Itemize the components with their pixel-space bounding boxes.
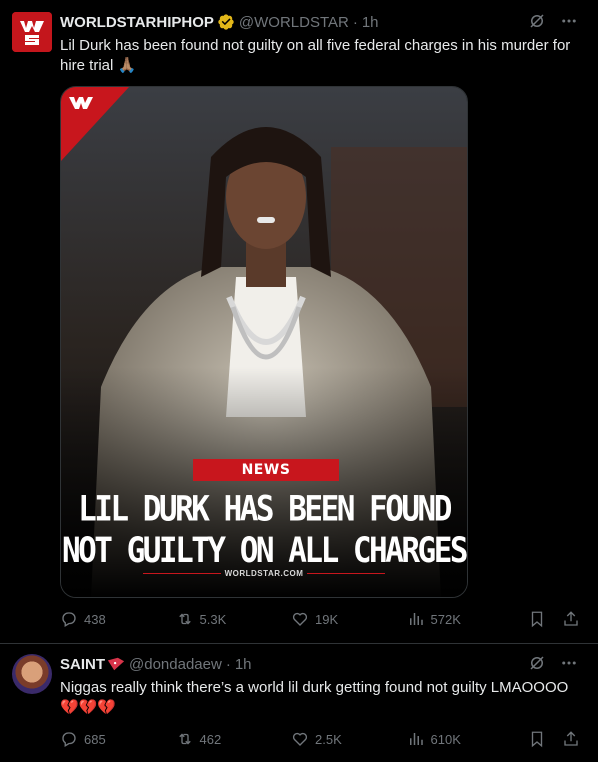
tweet-media-image[interactable]: NEWS LIL DURK HAS BEEN FOUND NOT GUILTY …	[60, 86, 468, 598]
tweet-actions: 438 5.3K 19K 572K	[60, 610, 580, 628]
reply-icon	[62, 732, 76, 747]
separator-dot: ·	[352, 13, 358, 31]
news-tag: NEWS	[193, 459, 339, 481]
views-icon	[409, 733, 423, 745]
worldstar-avatar[interactable]	[12, 12, 52, 52]
tweet-header: WORLDSTARHIPHOP @WORLDSTAR · 1h	[60, 12, 586, 32]
repost-count: 462	[199, 731, 222, 747]
repost-icon	[178, 733, 191, 745]
more-options-icon[interactable]	[560, 12, 578, 30]
tweet-actions: 685 462 2.5K 610K	[60, 730, 580, 748]
tweet-saint[interactable]: SAINT @dondadaew · 1h Niggas really thin…	[0, 644, 598, 762]
views-count: 572K	[430, 611, 461, 627]
more-options-icon[interactable]	[560, 654, 578, 672]
timestamp[interactable]: 1h	[235, 656, 252, 673]
bookmark-icon[interactable]	[528, 730, 546, 748]
like-count: 2.5K	[315, 731, 342, 747]
bookmark-icon[interactable]	[528, 610, 546, 628]
share-icon[interactable]	[562, 730, 580, 748]
views-button[interactable]: 610K	[407, 730, 528, 748]
reply-count: 438	[84, 611, 106, 627]
saint-avatar[interactable]	[12, 654, 52, 694]
author-handle[interactable]: @WORLDSTAR	[239, 14, 349, 31]
heart-icon	[292, 732, 308, 746]
views-count: 610K	[430, 731, 461, 747]
tweet-header: SAINT @dondadaew · 1h	[60, 654, 586, 674]
reply-button[interactable]: 685	[60, 730, 176, 748]
media-headline: LIL DURK HAS BEEN FOUND NOT GUILTY ON AL…	[61, 489, 467, 572]
tweet-text: Lil Durk has been found not guilty on al…	[60, 37, 571, 74]
tweet-text: Niggas really think there’s a world lil …	[60, 679, 569, 716]
like-count: 19K	[315, 611, 339, 627]
headline-line-1: LIL DURK HAS BEEN FOUND	[78, 489, 452, 530]
views-button[interactable]: 572K	[407, 610, 528, 628]
grok-icon[interactable]	[528, 12, 546, 30]
verified-badge-icon	[217, 13, 235, 31]
author-name[interactable]: WORLDSTARHIPHOP	[60, 14, 214, 31]
media-footer-url: WORLDSTAR.COM	[61, 569, 467, 578]
repost-count: 5.3K	[199, 611, 227, 627]
reply-icon	[62, 612, 76, 627]
timestamp[interactable]: 1h	[362, 14, 379, 31]
separator-dot: ·	[225, 655, 231, 673]
heart-icon	[292, 612, 308, 626]
reply-count: 685	[84, 731, 106, 747]
repost-icon	[178, 613, 191, 625]
grok-icon[interactable]	[528, 654, 546, 672]
like-button[interactable]: 19K	[291, 610, 407, 628]
author-handle[interactable]: @dondadaew	[129, 656, 222, 673]
views-icon	[409, 613, 423, 625]
reply-button[interactable]: 438	[60, 610, 176, 628]
headline-line-2: NOT GUILTY ON ALL CHARGES	[61, 530, 467, 571]
author-name[interactable]: SAINT	[60, 656, 105, 673]
repost-button[interactable]: 462	[176, 730, 292, 748]
ticket-emoji-icon	[107, 657, 125, 671]
tweet-worldstar[interactable]: WORLDSTARHIPHOP @WORLDSTAR · 1h Lil Durk…	[0, 0, 598, 644]
share-icon[interactable]	[562, 610, 580, 628]
like-button[interactable]: 2.5K	[291, 730, 407, 748]
repost-button[interactable]: 5.3K	[176, 610, 292, 628]
